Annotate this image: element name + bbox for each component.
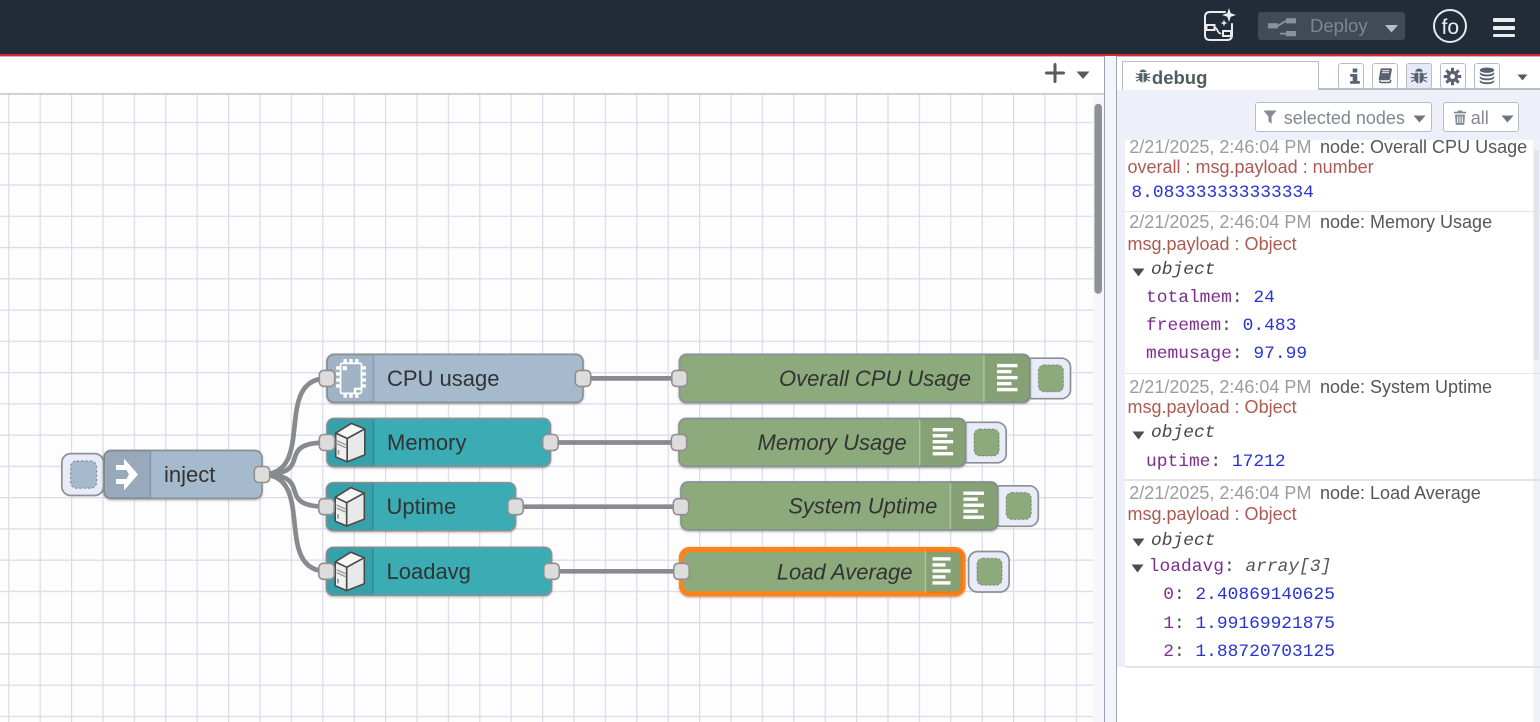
svg-text:Memory: Memory: [387, 430, 466, 455]
svg-text:Load Average: Load Average: [777, 559, 913, 584]
svg-text:Overall CPU Usage: Overall CPU Usage: [779, 366, 971, 391]
svg-text:System Uptime: System Uptime: [788, 494, 937, 519]
svg-text:inject: inject: [164, 462, 215, 487]
svg-text:Loadavg: Loadavg: [387, 559, 471, 584]
svg-text:CPU usage: CPU usage: [387, 366, 500, 391]
svg-text:Uptime: Uptime: [387, 494, 457, 519]
svg-text:Memory Usage: Memory Usage: [758, 430, 907, 455]
